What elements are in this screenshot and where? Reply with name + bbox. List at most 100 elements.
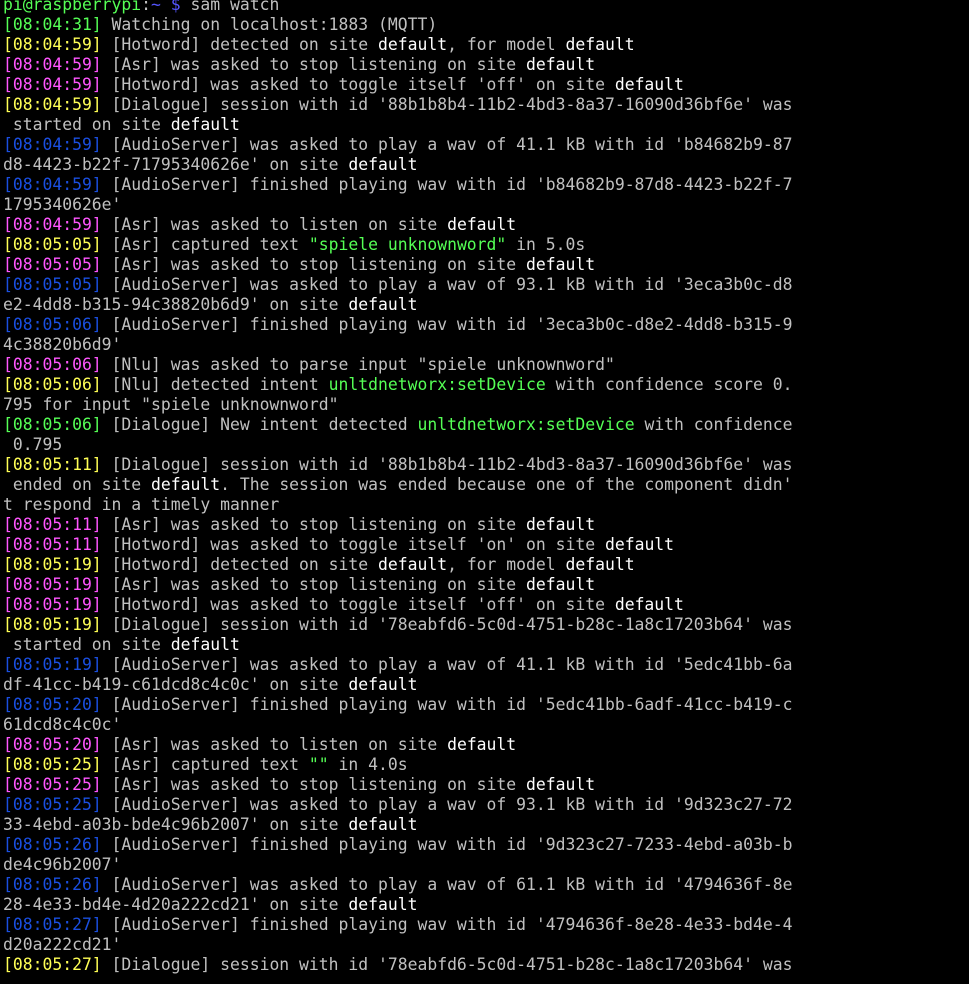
log-line: [08:05:06] [Nlu] detected intent unltdne… [3, 375, 969, 395]
site-name-highlight: default [565, 35, 635, 54]
site-name-highlight: default [526, 575, 596, 594]
log-line: [08:04:59] [AudioServer] finished playin… [3, 175, 969, 195]
log-text: [AudioServer] finished playing wav with … [101, 695, 793, 714]
log-text: ended on site [3, 475, 152, 494]
log-line: [08:04:31] Watching on localhost:1883 (M… [3, 15, 969, 35]
site-name-highlight: default [348, 675, 418, 694]
log-text: [AudioServer] was asked to play a wav of… [101, 795, 793, 814]
log-timestamp: [08:05:06] [3, 375, 102, 394]
log-line: [08:05:19] [Hotword] was asked to toggle… [3, 595, 969, 615]
log-timestamp: [08:05:05] [3, 275, 102, 294]
log-text: [Dialogue] session with id '78eabfd6-5c0… [101, 955, 793, 974]
log-text: [Asr] captured text [101, 755, 309, 774]
log-line: [08:05:26] [AudioServer] finished playin… [3, 835, 969, 855]
log-timestamp: [08:05:11] [3, 515, 102, 534]
log-text: . The session was ended because one of t… [220, 475, 793, 494]
log-text: with confidence [634, 415, 793, 434]
log-line: [08:04:59] [Asr] was asked to stop liste… [3, 55, 969, 75]
log-timestamp: [08:04:59] [3, 175, 102, 194]
terminal-window[interactable]: pi@raspberrypi:~ $ sam watch [08:04:31] W… [0, 0, 969, 984]
log-text: [AudioServer] finished playing wav with … [101, 835, 793, 854]
log-timestamp: [08:05:05] [3, 235, 102, 254]
log-timestamp: [08:04:59] [3, 35, 102, 54]
log-text: 61dcd8c4c0c' [3, 715, 122, 734]
log-text: 4c38820b6d9' [3, 335, 122, 354]
log-text: [AudioServer] was asked to play a wav of… [101, 275, 793, 294]
log-line: [08:05:25] [AudioServer] was asked to pl… [3, 795, 969, 815]
log-timestamp: [08:04:59] [3, 135, 102, 154]
log-text: [Nlu] detected intent [101, 375, 329, 394]
site-name-highlight: default [151, 475, 221, 494]
log-text: [AudioServer] was asked to play a wav of… [101, 655, 793, 674]
log-text: [Asr] was asked to stop listening on sit… [101, 775, 527, 794]
log-text: [Hotword] detected on site [101, 35, 378, 54]
log-line: [08:05:19] [Asr] was asked to stop liste… [3, 575, 969, 595]
log-line-continuation: de4c96b2007' [3, 855, 969, 875]
log-timestamp: [08:05:26] [3, 835, 102, 854]
log-timestamp: [08:05:27] [3, 915, 102, 934]
site-name-highlight: default [604, 535, 675, 554]
log-line-continuation: 1795340626e' [3, 195, 969, 215]
log-timestamp: [08:05:19] [3, 615, 102, 634]
log-text: [Dialogue] session with id '88b1b8b4-11b… [101, 455, 793, 474]
site-name-highlight: default [565, 555, 635, 574]
log-text: [Nlu] was asked to parse input "spiele u… [101, 355, 615, 374]
log-line-continuation: t respond in a timely manner [3, 495, 969, 515]
log-line: [08:04:59] [AudioServer] was asked to pl… [3, 135, 969, 155]
site-name-highlight: default [447, 215, 517, 234]
log-timestamp: [08:04:31] [3, 15, 102, 34]
site-name-highlight: default [526, 255, 596, 274]
site-name-highlight: default [526, 775, 596, 794]
highlighted-value: "" [308, 755, 329, 774]
log-text: , for model [447, 35, 566, 54]
log-timestamp: [08:05:06] [3, 315, 102, 334]
highlighted-value: unltdnetworx:setDevice [328, 375, 546, 394]
log-line: [08:05:20] [Asr] was asked to listen on … [3, 735, 969, 755]
log-text: [AudioServer] was asked to play a wav of… [101, 135, 793, 154]
prompt-user-host: pi@raspberrypi [3, 0, 142, 14]
log-timestamp: [08:05:06] [3, 415, 102, 434]
log-text: d20a222cd21' [3, 935, 122, 954]
log-text: [Asr] was asked to listen on site [101, 215, 448, 234]
log-line-continuation: 0.795 [3, 435, 969, 455]
log-text: de4c96b2007' [3, 855, 122, 874]
log-timestamp: [08:05:19] [3, 655, 102, 674]
log-timestamp: [08:04:59] [3, 215, 102, 234]
log-text: t respond in a timely manner [3, 495, 280, 514]
log-text: [Hotword] was asked to toggle itself 'of… [101, 595, 615, 614]
log-text: started on site [3, 635, 171, 654]
site-name-highlight: default [526, 515, 596, 534]
log-text: [AudioServer] was asked to play a wav of… [101, 875, 793, 894]
log-timestamp: [08:05:11] [3, 535, 102, 554]
log-text: in 5.0s [506, 235, 586, 254]
site-name-highlight: default [348, 815, 418, 834]
log-timestamp: [08:05:05] [3, 255, 102, 274]
log-line-continuation: started on site default [3, 635, 969, 655]
log-timestamp: [08:05:20] [3, 735, 102, 754]
log-text: 1795340626e' [3, 195, 122, 214]
highlighted-value: "spiele unknownword" [308, 235, 507, 254]
log-text: e2-4dd8-b315-94c38820b6d9' on site [3, 295, 349, 314]
log-timestamp: [08:04:59] [3, 75, 102, 94]
log-line-continuation: 33-4ebd-a03b-bde4c96b2007' on site defau… [3, 815, 969, 835]
log-text: d8-4423-b22f-71795340626e' on site [3, 155, 349, 174]
log-timestamp: [08:05:20] [3, 695, 102, 714]
log-line-continuation: d8-4423-b22f-71795340626e' on site defau… [3, 155, 969, 175]
log-timestamp: [08:05:11] [3, 455, 102, 474]
log-text: 0.795 [3, 435, 63, 454]
log-line: [08:05:27] [AudioServer] finished playin… [3, 915, 969, 935]
prompt-separator: : [141, 0, 152, 14]
log-text: [AudioServer] finished playing wav with … [101, 915, 793, 934]
log-timestamp: [08:05:27] [3, 955, 102, 974]
log-text: , for model [447, 555, 566, 574]
log-line: [08:04:59] [Hotword] was asked to toggle… [3, 75, 969, 95]
site-name-highlight: default [614, 75, 684, 94]
log-line: [08:05:20] [AudioServer] finished playin… [3, 695, 969, 715]
log-timestamp: [08:05:26] [3, 875, 102, 894]
log-text: [Asr] was asked to listen on site [101, 735, 448, 754]
log-line-continuation: 795 for input "spiele unknownword" [3, 395, 969, 415]
log-text: [Asr] was asked to stop listening on sit… [101, 575, 527, 594]
highlighted-value: unltdnetworx:setDevice [417, 415, 635, 434]
log-line: [08:05:11] [Dialogue] session with id '8… [3, 455, 969, 475]
log-line: [08:05:25] [Asr] captured text "" in 4.0… [3, 755, 969, 775]
